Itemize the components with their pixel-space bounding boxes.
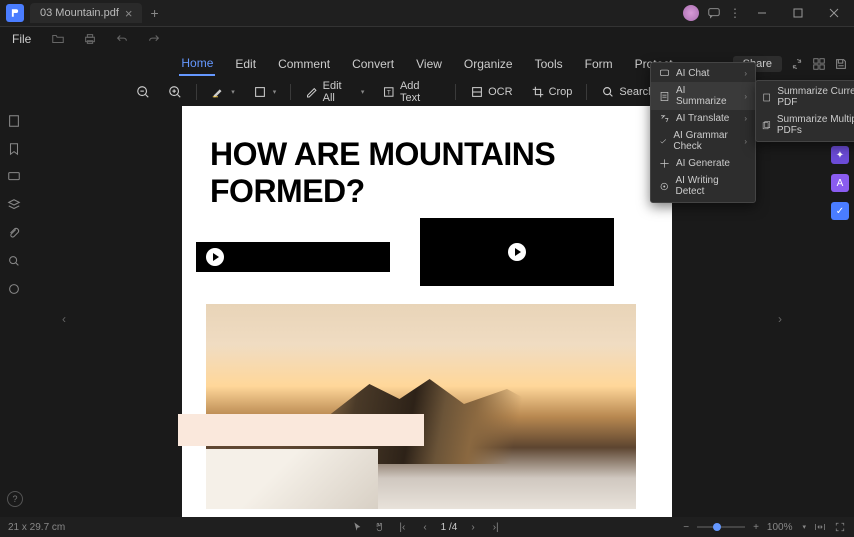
summarize-multiple-item[interactable]: Summarize Multiple PDFs — [756, 111, 854, 139]
status-bar: 21 x 29.7 cm |‹ ‹ 1 /4 › ›| − + 100%▾ — [0, 517, 854, 537]
left-rail — [0, 106, 28, 517]
first-page-button[interactable]: |‹ — [395, 522, 409, 533]
close-tab-icon[interactable]: × — [125, 6, 133, 21]
save-icon[interactable] — [834, 57, 848, 71]
search-rail-icon[interactable] — [7, 254, 21, 268]
properties-panel-icon[interactable]: ✓ — [831, 202, 849, 220]
zoom-out-small-button[interactable]: − — [683, 522, 689, 533]
print-icon[interactable] — [79, 30, 101, 48]
play-icon — [508, 243, 526, 261]
page-current[interactable]: 1 — [441, 522, 447, 533]
ai-writing-detect-item[interactable]: AI Writing Detect — [651, 172, 755, 200]
help-icon[interactable]: ? — [7, 491, 23, 507]
page-dimensions: 21 x 29.7 cm — [8, 522, 65, 533]
mountain-image — [206, 304, 636, 509]
attachments-icon[interactable] — [7, 226, 21, 240]
tab-edit[interactable]: Edit — [233, 53, 258, 75]
tab-view[interactable]: View — [414, 53, 444, 75]
last-page-button[interactable]: ›| — [489, 522, 503, 533]
add-text-button[interactable]: T Add Text — [376, 77, 447, 107]
tab-tools[interactable]: Tools — [533, 53, 565, 75]
ai-chat-panel-icon[interactable]: A — [831, 174, 849, 192]
layers-icon[interactable] — [7, 198, 21, 212]
fullscreen-icon[interactable] — [834, 521, 846, 533]
highlight-button[interactable]: ▾ — [205, 82, 241, 102]
redo-icon[interactable] — [143, 30, 165, 48]
ocr-button[interactable]: OCR — [464, 82, 518, 102]
ai-summarize-submenu: Summarize Current PDF Summarize Multiple… — [755, 80, 854, 142]
tab-home[interactable]: Home — [179, 52, 215, 76]
user-avatar[interactable] — [683, 5, 699, 21]
page-title: HOW ARE MOUNTAINS FORMED? — [210, 136, 644, 210]
open-icon[interactable] — [47, 30, 69, 48]
svg-text:T: T — [387, 90, 391, 97]
shape-button[interactable]: ▾ — [247, 82, 283, 102]
pdf-page: HOW ARE MOUNTAINS FORMED? Mountains are … — [182, 106, 672, 517]
kebab-menu-icon[interactable]: ⋮ — [729, 6, 740, 20]
right-rail: ✦ A ✓ — [826, 106, 854, 517]
fields-icon[interactable] — [7, 282, 21, 296]
zoom-slider[interactable] — [697, 526, 745, 528]
prev-page-arrow-icon[interactable]: ‹ — [62, 312, 76, 326]
tab-convert[interactable]: Convert — [350, 53, 396, 75]
tab-title: 03 Mountain.pdf — [40, 7, 119, 19]
ai-translate-item[interactable]: AI Translate› — [651, 110, 755, 127]
grid-icon[interactable] — [812, 57, 826, 71]
tab-form[interactable]: Form — [583, 53, 615, 75]
crop-button[interactable]: Crop — [525, 82, 579, 102]
search-label: Search — [619, 86, 654, 98]
zoom-level[interactable]: 100% — [767, 522, 793, 533]
close-window-icon[interactable] — [820, 0, 848, 26]
tab-comment[interactable]: Comment — [276, 53, 332, 75]
cursor-mode-icon[interactable] — [351, 521, 363, 533]
play-icon — [206, 248, 224, 266]
summarize-current-item[interactable]: Summarize Current PDF — [756, 83, 854, 111]
fit-width-icon[interactable] — [814, 521, 826, 533]
next-page-arrow-icon[interactable]: › — [778, 312, 792, 326]
ai-grammar-item[interactable]: AI Grammar Check› — [651, 127, 755, 155]
maximize-icon[interactable] — [784, 0, 812, 26]
minimize-icon[interactable] — [748, 0, 776, 26]
add-text-label: Add Text — [400, 80, 441, 104]
decorative-block — [178, 414, 424, 446]
tab-organize[interactable]: Organize — [462, 53, 515, 75]
edit-all-label: Edit All — [323, 80, 355, 104]
page-total: 4 — [452, 522, 458, 533]
video-placeholder-2[interactable] — [420, 218, 614, 286]
undo-icon[interactable] — [111, 30, 133, 48]
app-logo-icon — [6, 4, 24, 22]
edit-all-button[interactable]: Edit All▾ — [299, 77, 370, 107]
video-placeholder-1[interactable] — [196, 242, 390, 272]
ai-assistant-menu: AI Chat› AI Summarize› AI Translate› AI … — [650, 62, 756, 203]
quick-access-bar: File — [0, 27, 854, 51]
bookmarks-icon[interactable] — [7, 142, 21, 156]
sync-icon[interactable] — [790, 57, 804, 71]
ai-summarize-item[interactable]: AI Summarize› — [651, 82, 755, 110]
file-menu[interactable]: File — [6, 30, 37, 48]
prev-page-button[interactable]: ‹ — [419, 522, 430, 533]
ai-generate-item[interactable]: AI Generate — [651, 155, 755, 172]
crop-label: Crop — [549, 86, 573, 98]
zoom-in-button[interactable] — [162, 82, 188, 102]
document-tab[interactable]: 03 Mountain.pdf × — [30, 3, 142, 23]
hand-mode-icon[interactable] — [373, 521, 385, 533]
ai-chat-item[interactable]: AI Chat› — [651, 65, 755, 82]
ocr-label: OCR — [488, 86, 512, 98]
zoom-in-small-button[interactable]: + — [753, 522, 759, 533]
ai-panel-icon[interactable]: ✦ — [831, 146, 849, 164]
chat-bubble-icon[interactable] — [707, 6, 721, 20]
zoom-out-button[interactable] — [130, 82, 156, 102]
new-tab-button[interactable]: + — [142, 5, 166, 21]
window-titlebar: 03 Mountain.pdf × + ⋮ — [0, 0, 854, 27]
thumbnails-icon[interactable] — [7, 114, 21, 128]
next-page-button[interactable]: › — [467, 522, 478, 533]
comments-icon[interactable] — [7, 170, 21, 184]
